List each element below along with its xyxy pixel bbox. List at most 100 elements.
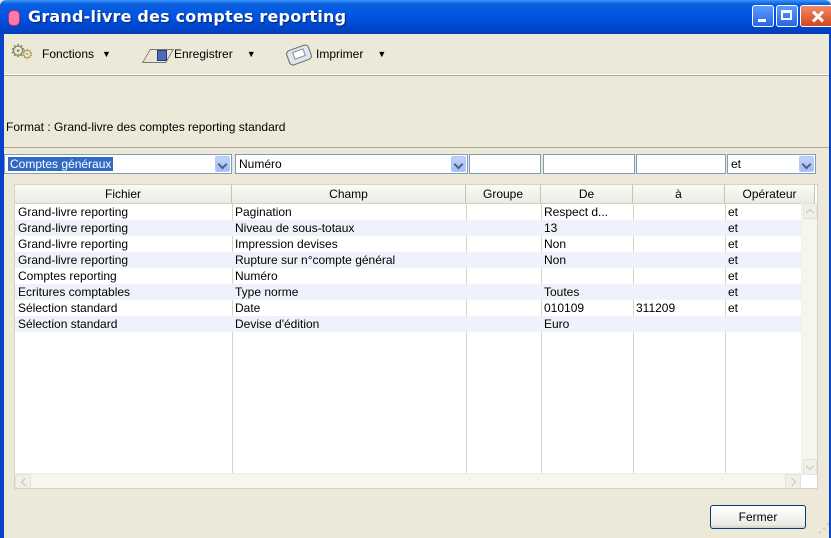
cell-group <box>466 300 541 316</box>
cell-group <box>466 252 541 268</box>
minimize-button[interactable] <box>752 5 774 27</box>
chevron-down-icon[interactable] <box>451 156 466 172</box>
window: Grand-livre des comptes reporting Foncti… <box>0 0 831 538</box>
cell-group <box>466 220 541 236</box>
title-bar[interactable]: Grand-livre des comptes reporting <box>0 0 831 34</box>
cell-operator: et <box>728 301 739 315</box>
cell-file: Sélection standard <box>18 317 118 331</box>
table-row[interactable]: Comptes reporting Numéro et <box>15 268 801 284</box>
cell-to <box>633 252 725 268</box>
cell-operator: et <box>728 269 739 283</box>
resize-grip[interactable] <box>818 521 830 535</box>
cell-from: 13 <box>544 221 558 235</box>
file-select[interactable]: Comptes généraux <box>4 154 232 174</box>
functions-label: Fonctions <box>42 47 95 61</box>
table-row[interactable]: Sélection standard Devise d'édition Euro <box>15 316 801 332</box>
cell-group <box>466 284 541 300</box>
column-header-group[interactable]: Groupe <box>466 185 541 203</box>
scroll-up-button[interactable] <box>803 203 817 219</box>
cell-group <box>466 236 541 252</box>
table-row[interactable]: Grand-livre reporting Rupture sur n°compt… <box>15 252 801 268</box>
cell-file: Ecritures comptables <box>18 285 131 299</box>
save-menu-button[interactable]: Enregistrer ▼ <box>142 40 256 68</box>
divider <box>4 147 829 148</box>
maximize-button[interactable] <box>776 5 798 27</box>
cell-group <box>466 316 541 332</box>
close-dialog-button[interactable]: Fermer <box>710 505 806 529</box>
cell-operator: et <box>728 237 739 251</box>
cell-field: Type norme <box>235 285 299 299</box>
cell-from <box>541 268 633 284</box>
field-select[interactable]: Numéro <box>235 154 468 174</box>
cell-field: Pagination <box>235 205 292 219</box>
vertical-scrollbar[interactable] <box>801 203 817 475</box>
to-input[interactable] <box>636 154 726 174</box>
functions-menu-button[interactable]: Fonctions ▼ <box>10 40 111 68</box>
table-row[interactable]: Sélection standard Date 010109 311209 et <box>15 300 801 316</box>
operator-select-value: et <box>731 157 742 171</box>
cell-file: Grand-livre reporting <box>18 205 129 219</box>
column-header-file[interactable]: Fichier <box>15 185 232 203</box>
chevron-down-icon[interactable] <box>799 156 814 172</box>
format-label: Format : Grand-livre des comptes reporti… <box>6 120 286 134</box>
cell-group <box>466 204 541 220</box>
table-row[interactable]: Grand-livre reporting Pagination Respect d… <box>15 204 801 220</box>
file-select-value: Comptes généraux <box>8 157 114 171</box>
cell-from: Toutes <box>544 285 580 299</box>
cell-from: 010109 <box>544 301 585 315</box>
chevron-down-icon: ▼ <box>377 49 387 59</box>
chevron-down-icon[interactable] <box>215 156 230 172</box>
cell-from: Euro <box>544 317 570 331</box>
table-row[interactable]: Ecritures comptables Type norme Toutes et <box>15 284 801 300</box>
group-input[interactable] <box>469 154 541 174</box>
print-menu-button[interactable]: Imprimer ▼ <box>284 40 386 68</box>
save-label: Enregistrer <box>174 47 233 61</box>
operator-select[interactable]: et <box>727 154 816 174</box>
cell-field: Impression devises <box>235 237 338 251</box>
cell-field: Rupture sur n°compte général <box>235 253 396 267</box>
scroll-right-button[interactable] <box>785 474 801 488</box>
window-title: Grand-livre des comptes reporting <box>28 7 347 26</box>
cell-to <box>633 284 725 300</box>
chevron-down-icon: ▼ <box>102 49 111 59</box>
save-icon <box>142 43 170 65</box>
scroll-left-button[interactable] <box>15 474 31 488</box>
app-icon <box>8 10 20 26</box>
cell-operator: et <box>728 253 739 267</box>
cell-file: Grand-livre reporting <box>18 253 129 267</box>
cell-operator: et <box>728 221 739 235</box>
cell-file: Grand-livre reporting <box>18 221 129 235</box>
cell-to <box>633 316 725 332</box>
column-header-to[interactable]: à <box>633 185 725 203</box>
table-row[interactable]: Grand-livre reporting Impression devises N… <box>15 236 801 252</box>
cell-to <box>633 268 725 284</box>
cell-operator <box>725 316 801 332</box>
from-input[interactable] <box>543 154 635 174</box>
scroll-down-button[interactable] <box>803 459 817 475</box>
cell-file: Comptes reporting <box>18 269 117 283</box>
column-header-field[interactable]: Champ <box>232 185 466 203</box>
cell-from: Non <box>544 253 567 267</box>
cell-from: Non <box>544 237 567 251</box>
format-panel: Format : Grand-livre des comptes reporti… <box>4 75 829 148</box>
cell-field: Devise d'édition <box>235 317 320 331</box>
print-label: Imprimer <box>316 47 364 61</box>
toolbar: Fonctions ▼ Enregistrer ▼ Imprimer ▼ <box>4 34 829 75</box>
column-header-operator[interactable]: Opérateur <box>725 185 815 203</box>
cell-to <box>633 204 725 220</box>
cell-operator: et <box>728 285 739 299</box>
close-button[interactable] <box>800 5 831 27</box>
cell-to <box>633 236 725 252</box>
cell-field: Niveau de sous-totaux <box>235 221 355 235</box>
filter-row: Comptes généraux Numéro et <box>4 154 829 176</box>
cell-from: Respect d... <box>544 205 609 219</box>
cell-to <box>633 220 725 236</box>
column-header-from[interactable]: De <box>541 185 633 203</box>
cell-file: Grand-livre reporting <box>18 237 129 251</box>
criteria-grid[interactable]: Fichier Champ Groupe De à Opérateur Gran… <box>14 184 818 489</box>
cell-field: Date <box>235 301 261 315</box>
cell-field: Numéro <box>235 269 278 283</box>
cell-operator: et <box>728 205 739 219</box>
horizontal-scrollbar[interactable] <box>15 473 801 488</box>
table-row[interactable]: Grand-livre reporting Niveau de sous-tota… <box>15 220 801 236</box>
